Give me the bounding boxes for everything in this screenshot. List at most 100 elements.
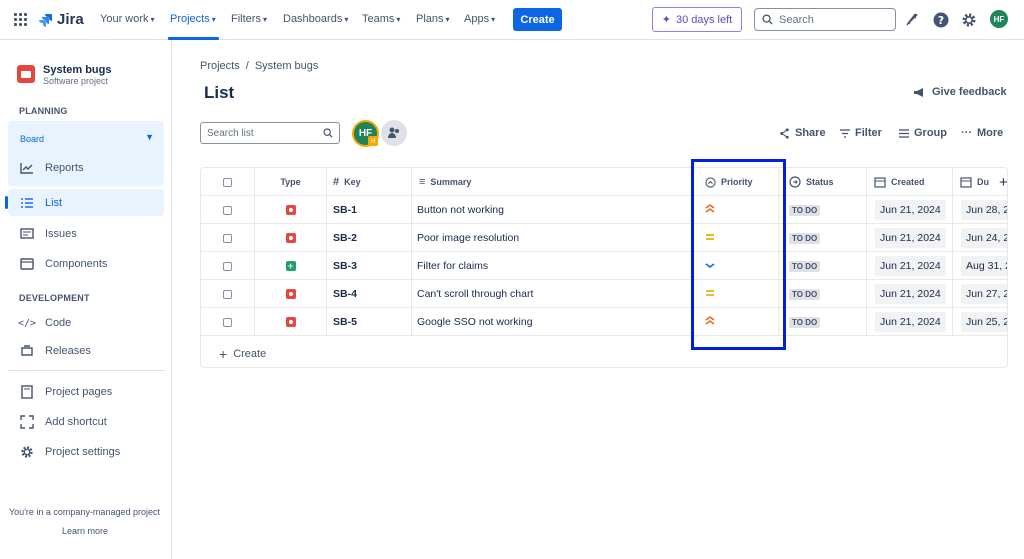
status-badge: TO DO — [789, 316, 821, 328]
nav-plans[interactable]: Plans ▾ — [416, 13, 450, 25]
due-cell[interactable]: Jun 24, 20 — [953, 224, 1007, 252]
header-summary[interactable]: ≡ Summary — [412, 168, 693, 196]
table-row[interactable]: SB-1 Button not working TO DO Jun 21, 2024 J… — [201, 196, 1007, 224]
sidebar-item-issues[interactable]: Issues — [19, 226, 77, 242]
table-row[interactable]: SB-2 Poor image resolution TO DO Jun 21, 20… — [201, 224, 1007, 252]
sidebar-item-reports[interactable]: Reports — [19, 160, 84, 176]
add-column-icon[interactable]: + — [999, 174, 1007, 191]
project-name[interactable]: System bugs — [43, 64, 111, 76]
breadcrumb-projects[interactable]: Projects — [200, 60, 240, 72]
due-date: Aug 31, 20 — [961, 256, 1007, 276]
sidebar-item-add-shortcut[interactable]: Add shortcut — [19, 414, 107, 430]
nav-projects[interactable]: Projects ▾ — [170, 13, 216, 25]
add-shortcut-icon — [19, 414, 35, 430]
row-checkbox[interactable] — [223, 289, 232, 299]
learn-more-link[interactable]: Learn more — [62, 526, 108, 536]
status-cell[interactable]: TO DO — [779, 308, 867, 336]
nav-apps[interactable]: Apps ▾ — [464, 13, 495, 25]
status-cell[interactable]: TO DO — [779, 196, 867, 224]
sidebar-item-board[interactable]: Board — [20, 134, 44, 144]
header-type[interactable]: Type — [255, 168, 327, 196]
user-avatar[interactable]: HF — [990, 10, 1008, 28]
help-icon[interactable]: ? — [932, 11, 949, 28]
status-cell[interactable]: TO DO — [779, 224, 867, 252]
due-date: Jun 28, 20 — [961, 200, 1007, 220]
nav-filters[interactable]: Filters ▾ — [231, 13, 267, 25]
search-list-placeholder: Search list — [207, 127, 254, 139]
table-row[interactable]: + SB-3 Filter for claims TO DO Jun 21, 2024 A… — [201, 252, 1007, 280]
header-status[interactable]: Status — [779, 168, 867, 196]
status-cell[interactable]: TO DO — [779, 252, 867, 280]
issue-key[interactable]: SB-1 — [327, 196, 412, 224]
bug-type-icon — [285, 233, 296, 243]
breadcrumb-system-bugs[interactable]: System bugs — [255, 60, 319, 72]
due-cell[interactable]: Aug 31, 20 — [953, 252, 1007, 280]
header-created[interactable]: Created — [867, 168, 953, 196]
give-feedback-button[interactable]: Give feedback — [913, 86, 1007, 98]
jira-logo-icon — [39, 13, 52, 27]
settings-gear-icon[interactable] — [960, 11, 977, 28]
nav-your-work[interactable]: Your work ▾ — [100, 13, 155, 25]
trial-button[interactable]: ✦ 30 days left — [652, 7, 742, 32]
sidebar-item-project-pages[interactable]: Project pages — [19, 384, 112, 400]
search-icon — [762, 14, 773, 25]
chevron-down-icon: ▾ — [150, 14, 155, 24]
row-checkbox[interactable] — [223, 233, 232, 243]
status-badge: TO DO — [789, 260, 821, 272]
sidebar-item-label: Releases — [45, 345, 91, 357]
issue-key[interactable]: SB-4 — [327, 280, 412, 308]
create-button[interactable]: Create — [513, 8, 562, 31]
summary-cell[interactable]: Filter for claims — [412, 252, 693, 280]
type-cell — [255, 224, 327, 252]
summary-text: Can't scroll through chart — [417, 288, 534, 300]
sidebar-item-label: Project pages — [45, 386, 113, 398]
page-title: List — [204, 83, 235, 102]
table-row[interactable]: SB-5 Google SSO not working TO DO Jun 21, 2… — [201, 308, 1007, 336]
add-people-icon[interactable] — [381, 120, 407, 146]
status-cell[interactable]: TO DO — [779, 280, 867, 308]
header-due[interactable]: Du + — [953, 168, 1007, 196]
components-icon — [19, 256, 35, 272]
chevron-down-icon: ▾ — [211, 14, 216, 24]
create-issue-button[interactable]: + Create — [219, 346, 266, 362]
due-cell[interactable]: Jun 27, 20 — [953, 280, 1007, 308]
row-checkbox[interactable] — [223, 205, 232, 215]
sidebar-item-components[interactable]: Components — [19, 256, 107, 272]
notifications-icon[interactable] — [903, 11, 920, 28]
nav-teams[interactable]: Teams ▾ — [362, 13, 400, 25]
row-checkbox[interactable] — [223, 317, 232, 327]
issue-key[interactable]: SB-5 — [327, 308, 412, 336]
nav-label: Your work — [100, 13, 149, 25]
issue-key[interactable]: SB-3 — [327, 252, 412, 280]
more-button[interactable]: ··· More — [961, 127, 1003, 139]
sidebar-item-project-settings[interactable]: Project settings — [19, 444, 120, 460]
summary-cell[interactable]: Poor image resolution — [412, 224, 693, 252]
breadcrumb-separator: / — [245, 60, 249, 72]
sidebar-item-label: Project settings — [45, 446, 121, 458]
select-all-checkbox[interactable] — [223, 177, 232, 187]
header-key[interactable]: # Key — [327, 168, 412, 196]
active-indicator — [5, 196, 8, 209]
select-all-cell — [201, 168, 255, 196]
jira-logo[interactable]: Jira — [37, 11, 84, 28]
due-cell[interactable]: Jun 25, 20 — [953, 308, 1007, 336]
app-switcher-icon[interactable] — [14, 13, 27, 26]
table-row[interactable]: SB-4 Can't scroll through chart TO DO Jun 2… — [201, 280, 1007, 308]
sidebar-item-releases[interactable]: Releases — [19, 343, 91, 359]
due-cell[interactable]: Jun 28, 20 — [953, 196, 1007, 224]
trial-label: 30 days left — [675, 13, 733, 26]
share-button[interactable]: Share — [779, 127, 826, 139]
nav-dashboards[interactable]: Dashboards ▾ — [283, 13, 348, 25]
chevron-down-icon[interactable]: ▼ — [145, 132, 154, 142]
search-input[interactable]: Search — [754, 8, 896, 31]
summary-cell[interactable]: Button not working — [412, 196, 693, 224]
summary-cell[interactable]: Google SSO not working — [412, 308, 693, 336]
sidebar-item-list[interactable]: List — [19, 195, 62, 211]
issue-key[interactable]: SB-2 — [327, 224, 412, 252]
filter-button[interactable]: Filter — [840, 127, 882, 139]
group-button[interactable]: Group — [899, 127, 947, 139]
search-list-input[interactable]: Search list — [200, 122, 340, 144]
summary-cell[interactable]: Can't scroll through chart — [412, 280, 693, 308]
sidebar-item-code[interactable]: </> Code — [18, 315, 71, 331]
row-checkbox[interactable] — [223, 261, 232, 271]
